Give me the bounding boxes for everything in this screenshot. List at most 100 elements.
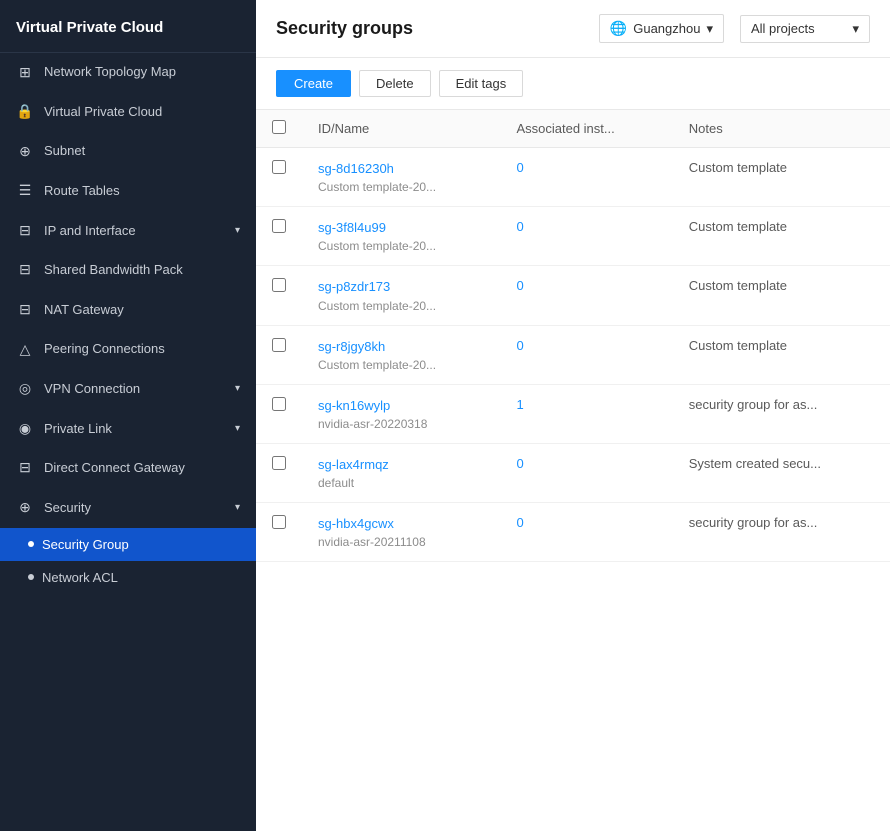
region-selector[interactable]: 🌐 Guangzhou ▾ [599, 14, 724, 43]
sidebar-subitem-network-acl[interactable]: Network ACL [0, 561, 256, 594]
row-count-link-0[interactable]: 0 [516, 160, 523, 175]
sidebar-item-direct-connect[interactable]: ⊟ Direct Connect Gateway [0, 448, 256, 488]
ip-interface-icon: ⊟ [16, 221, 34, 241]
row-id-link-0[interactable]: sg-8d16230h [318, 160, 484, 178]
shared-bandwidth-icon: ⊟ [16, 260, 34, 280]
row-id-name-0: sg-8d16230h Custom template-20... [302, 148, 500, 207]
row-count-link-2[interactable]: 0 [516, 278, 523, 293]
row-select-1[interactable] [272, 219, 286, 233]
table-row: sg-kn16wylp nvidia-asr-20220318 1 securi… [256, 384, 890, 443]
private-link-icon: ◉ [16, 419, 34, 439]
sidebar-label-shared-bandwidth: Shared Bandwidth Pack [44, 261, 240, 279]
row-count-1: 0 [500, 207, 672, 266]
row-id-link-4[interactable]: sg-kn16wylp [318, 397, 484, 415]
row-count-5: 0 [500, 443, 672, 502]
row-select-4[interactable] [272, 397, 286, 411]
row-select-2[interactable] [272, 278, 286, 292]
select-all-checkbox[interactable] [272, 120, 286, 134]
row-count-link-5[interactable]: 0 [516, 456, 523, 471]
row-name-5: default [318, 476, 484, 490]
row-name-4: nvidia-asr-20220318 [318, 417, 484, 431]
main-content: Security groups 🌐 Guangzhou ▾ All projec… [256, 0, 890, 831]
row-id-name-5: sg-lax4rmqz default [302, 443, 500, 502]
row-select-0[interactable] [272, 160, 286, 174]
chevron-icon: ▾ [235, 382, 240, 396]
subitem-label-security-group: Security Group [42, 537, 129, 552]
project-chevron-icon: ▾ [852, 21, 859, 37]
row-id-link-3[interactable]: sg-r8jgy8kh [318, 338, 484, 356]
main-header: Security groups 🌐 Guangzhou ▾ All projec… [256, 0, 890, 58]
row-select-3[interactable] [272, 338, 286, 352]
vpn-icon: ◎ [16, 379, 34, 399]
sidebar-label-private-link: Private Link [44, 420, 225, 438]
row-id-link-5[interactable]: sg-lax4rmqz [318, 456, 484, 474]
sidebar-label-vpn: VPN Connection [44, 380, 225, 398]
sidebar-label-security: Security [44, 499, 225, 517]
row-count-0: 0 [500, 148, 672, 207]
project-selector[interactable]: All projects ▾ [740, 15, 870, 43]
row-notes-3: Custom template [673, 325, 890, 384]
row-count-link-3[interactable]: 0 [516, 338, 523, 353]
security-groups-table: ID/Name Associated inst... Notes sg-8d16… [256, 110, 890, 831]
row-id-name-1: sg-3f8l4u99 Custom template-20... [302, 207, 500, 266]
region-chevron-icon: ▾ [706, 21, 713, 37]
row-id-link-2[interactable]: sg-p8zdr173 [318, 278, 484, 296]
sidebar-item-network-topology[interactable]: ⊞ Network Topology Map [0, 53, 256, 93]
row-checkbox-6 [256, 503, 302, 562]
region-label: Guangzhou [633, 21, 700, 36]
row-count-6: 0 [500, 503, 672, 562]
sidebar-item-ip-interface[interactable]: ⊟ IP and Interface ▾ [0, 211, 256, 251]
sidebar-label-network-topology: Network Topology Map [44, 63, 240, 81]
row-name-2: Custom template-20... [318, 299, 484, 313]
delete-button[interactable]: Delete [359, 70, 431, 97]
row-id-link-6[interactable]: sg-hbx4gcwx [318, 515, 484, 533]
dot-icon [28, 541, 34, 547]
table-row: sg-hbx4gcwx nvidia-asr-20211108 0 securi… [256, 503, 890, 562]
col-notes: Notes [673, 110, 890, 148]
sidebar-label-nat-gateway: NAT Gateway [44, 301, 240, 319]
row-id-name-6: sg-hbx4gcwx nvidia-asr-20211108 [302, 503, 500, 562]
sidebar-label-peering: Peering Connections [44, 340, 240, 358]
row-count-link-6[interactable]: 0 [516, 515, 523, 530]
table-row: sg-3f8l4u99 Custom template-20... 0 Cust… [256, 207, 890, 266]
sidebar-item-private-link[interactable]: ◉ Private Link ▾ [0, 409, 256, 449]
row-select-5[interactable] [272, 456, 286, 470]
sidebar-item-shared-bandwidth[interactable]: ⊟ Shared Bandwidth Pack [0, 250, 256, 290]
sidebar-item-vpc[interactable]: 🔒 Virtual Private Cloud [0, 92, 256, 132]
row-id-link-1[interactable]: sg-3f8l4u99 [318, 219, 484, 237]
row-name-6: nvidia-asr-20211108 [318, 535, 484, 549]
row-checkbox-1 [256, 207, 302, 266]
row-checkbox-0 [256, 148, 302, 207]
row-id-name-4: sg-kn16wylp nvidia-asr-20220318 [302, 384, 500, 443]
row-name-1: Custom template-20... [318, 239, 484, 253]
page-title: Security groups [276, 18, 583, 39]
row-count-link-4[interactable]: 1 [516, 397, 523, 412]
col-checkbox [256, 110, 302, 148]
row-count-link-1[interactable]: 0 [516, 219, 523, 234]
sidebar-item-vpn[interactable]: ◎ VPN Connection ▾ [0, 369, 256, 409]
route-tables-icon: ☰ [16, 181, 34, 201]
vpc-icon: 🔒 [16, 102, 34, 122]
chevron-icon: ▾ [235, 224, 240, 238]
sidebar-item-nat-gateway[interactable]: ⊟ NAT Gateway [0, 290, 256, 330]
edit-tags-button[interactable]: Edit tags [439, 70, 524, 97]
col-associated: Associated inst... [500, 110, 672, 148]
table-row: sg-lax4rmqz default 0 System created sec… [256, 443, 890, 502]
row-notes-0: Custom template [673, 148, 890, 207]
sidebar-subitem-security-group[interactable]: Security Group [0, 528, 256, 561]
peering-icon: △ [16, 340, 34, 360]
row-checkbox-2 [256, 266, 302, 325]
sidebar-item-route-tables[interactable]: ☰ Route Tables [0, 171, 256, 211]
sidebar-item-security[interactable]: ⊕ Security ▾ [0, 488, 256, 528]
network-topology-icon: ⊞ [16, 63, 34, 83]
row-name-3: Custom template-20... [318, 358, 484, 372]
row-notes-6: security group for as... [673, 503, 890, 562]
row-checkbox-5 [256, 443, 302, 502]
sidebar-label-route-tables: Route Tables [44, 182, 240, 200]
create-button[interactable]: Create [276, 70, 351, 97]
sidebar-label-vpc: Virtual Private Cloud [44, 103, 240, 121]
sidebar-item-peering[interactable]: △ Peering Connections [0, 330, 256, 370]
row-select-6[interactable] [272, 515, 286, 529]
row-checkbox-4 [256, 384, 302, 443]
sidebar-item-subnet[interactable]: ⊕ Subnet [0, 132, 256, 172]
